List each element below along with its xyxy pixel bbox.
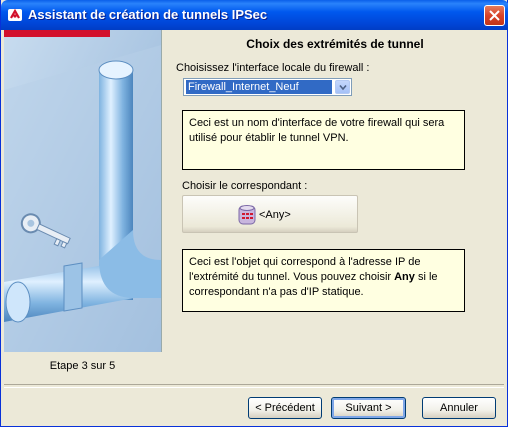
cancel-button[interactable]: Annuler [422,397,496,419]
chevron-down-icon [339,84,347,91]
footer-divider [4,384,504,388]
interface-select[interactable]: Firewall_Internet_Neuf [183,78,352,96]
interface-info-box: Ceci est un nom d'interface de votre fir… [182,110,465,170]
accent-bar [4,30,110,37]
wizard-window: Assistant de création de tunnels IPSec E… [0,0,508,427]
pipe-illustration [4,30,161,352]
correspondent-label: Choisir le correspondant : [182,180,308,192]
interface-select-value: Firewall_Internet_Neuf [186,80,332,94]
step-indicator: Etape 3 sur 5 [49,360,116,372]
close-icon [489,10,500,21]
wizard-illustration [4,30,162,352]
correspondent-button[interactable]: <Any> [182,195,358,233]
info-text-bold: Any [394,271,415,283]
title-bar[interactable]: Assistant de création de tunnels IPSec [1,0,508,30]
app-icon [8,8,22,21]
dropdown-button[interactable] [335,80,350,94]
next-button[interactable]: Suivant > [331,397,406,419]
page-title: Choix des extrémités de tunnel [246,37,424,51]
correspondent-button-label: <Any> [259,209,291,221]
close-button[interactable] [484,5,505,26]
correspondent-info-box: Ceci est l'objet qui correspond à l'adre… [182,249,465,312]
network-object-icon [238,205,256,225]
window-title: Assistant de création de tunnels IPSec [28,7,268,22]
info-text-part1: Ceci est l'objet qui correspond à l'adre… [189,256,421,283]
previous-button[interactable]: < Précédent [248,397,322,419]
interface-label: Choisissez l'interface locale du firewal… [176,62,370,74]
